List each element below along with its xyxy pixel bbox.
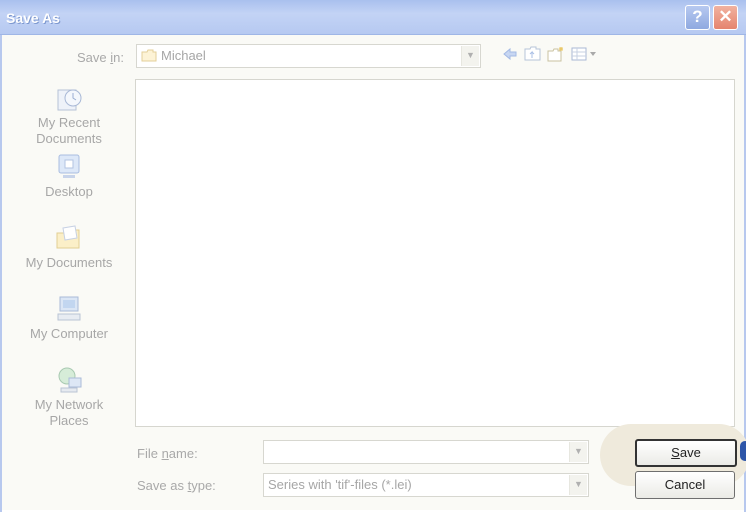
chevron-down-icon[interactable]: ▼ <box>461 46 479 66</box>
dialog-title: Save As <box>6 10 60 26</box>
help-icon: ? <box>692 7 703 26</box>
place-my-network-places[interactable]: My Network Places <box>19 366 119 429</box>
back-icon[interactable] <box>502 46 518 62</box>
folder-icon <box>141 49 157 62</box>
place-desktop[interactable]: Desktop <box>19 153 119 200</box>
file-name-label: File name: <box>137 446 198 461</box>
place-my-documents[interactable]: My Documents <box>19 224 119 271</box>
save-button[interactable]: Save <box>635 439 737 467</box>
chevron-down-icon[interactable]: ▼ <box>569 442 587 462</box>
title-bar[interactable]: Save As ? ✕ <box>0 0 746 35</box>
up-folder-icon[interactable] <box>524 46 542 62</box>
my-computer-icon <box>57 296 81 321</box>
save-as-dialog: Save As ? ✕ Save in: Michael ▼ My Recent… <box>0 0 746 512</box>
close-button[interactable]: ✕ <box>713 5 738 30</box>
save-as-type-dropdown[interactable]: Series with 'tif'-files (*.lei) ▼ <box>263 473 589 497</box>
cancel-button[interactable]: Cancel <box>635 471 735 499</box>
help-button[interactable]: ? <box>685 5 710 30</box>
new-folder-icon[interactable] <box>547 46 565 62</box>
save-in-value: Michael <box>161 48 206 63</box>
place-my-computer[interactable]: My Computer <box>19 295 119 342</box>
my-network-icon <box>58 367 82 393</box>
my-documents-icon <box>56 225 80 249</box>
file-list[interactable] <box>135 79 735 427</box>
save-in-label: Save in: <box>77 50 124 65</box>
save-in-dropdown[interactable]: Michael ▼ <box>136 44 481 68</box>
desktop-icon <box>58 154 80 178</box>
cursor-highlight-edge <box>740 441 746 461</box>
place-my-recent-documents[interactable]: My Recent Documents <box>19 84 119 147</box>
view-menu-icon[interactable] <box>571 46 599 62</box>
close-icon: ✕ <box>718 7 733 26</box>
save-as-type-value: Series with 'tif'-files (*.lei) <box>268 477 412 492</box>
recent-documents-icon <box>57 89 82 111</box>
file-name-input[interactable]: ▼ <box>263 440 589 464</box>
save-as-type-label: Save as type: <box>137 478 216 493</box>
chevron-down-icon[interactable]: ▼ <box>569 475 587 495</box>
